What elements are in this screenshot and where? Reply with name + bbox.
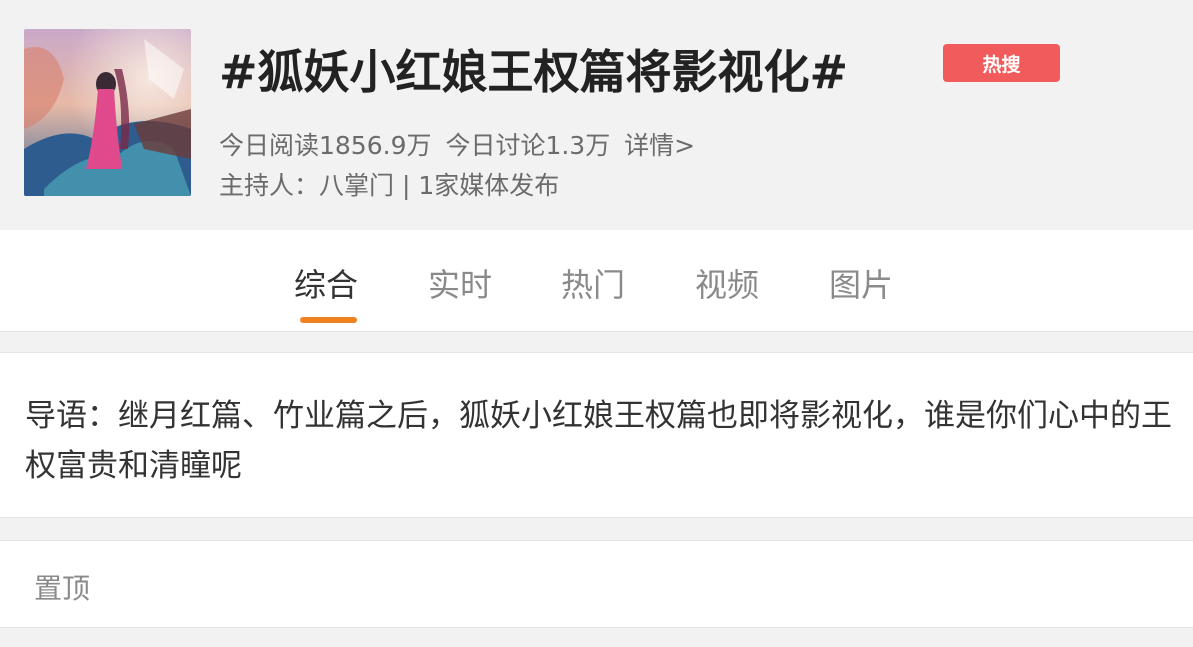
topic-guide: 导语：继月红篇、竹业篇之后，狐妖小红娘王权篇也即将影视化，谁是你们心中的王权富贵… [0,352,1193,518]
tab-bar: 综合 实时 热门 视频 图片 [0,230,1193,332]
active-tab-indicator [300,317,357,323]
topic-title: #狐妖小红娘王权篇将影视化# [219,45,849,99]
tab-hot[interactable]: 热门 [561,260,625,306]
tab-video[interactable]: 视频 [695,260,759,306]
details-link[interactable]: 详情> [624,131,695,160]
topic-stats: 今日阅读1856.9万 今日讨论1.3万 详情> [219,126,701,162]
topic-header: #狐妖小红娘王权篇将影视化# 热搜 今日阅读1856.9万 今日讨论1.3万 详… [0,0,1193,230]
tab-comprehensive[interactable]: 综合 [294,260,358,306]
discuss-count: 今日讨论1.3万 [445,131,611,160]
topic-cover-image[interactable] [24,29,191,196]
pinned-label: 置顶 [34,572,91,605]
topic-cover-illustration [24,29,191,196]
hot-search-badge[interactable]: 热搜 [943,44,1060,82]
tab-images[interactable]: 图片 [829,260,893,306]
guide-text: 导语：继月红篇、竹业篇之后，狐妖小红娘王权篇也即将影视化，谁是你们心中的王权富贵… [25,398,1172,484]
tab-realtime[interactable]: 实时 [428,260,492,306]
read-count: 今日阅读1856.9万 [219,131,432,160]
pinned-section: 置顶 [0,540,1193,628]
host-info[interactable]: 主持人：八掌门 | 1家媒体发布 [219,166,559,202]
